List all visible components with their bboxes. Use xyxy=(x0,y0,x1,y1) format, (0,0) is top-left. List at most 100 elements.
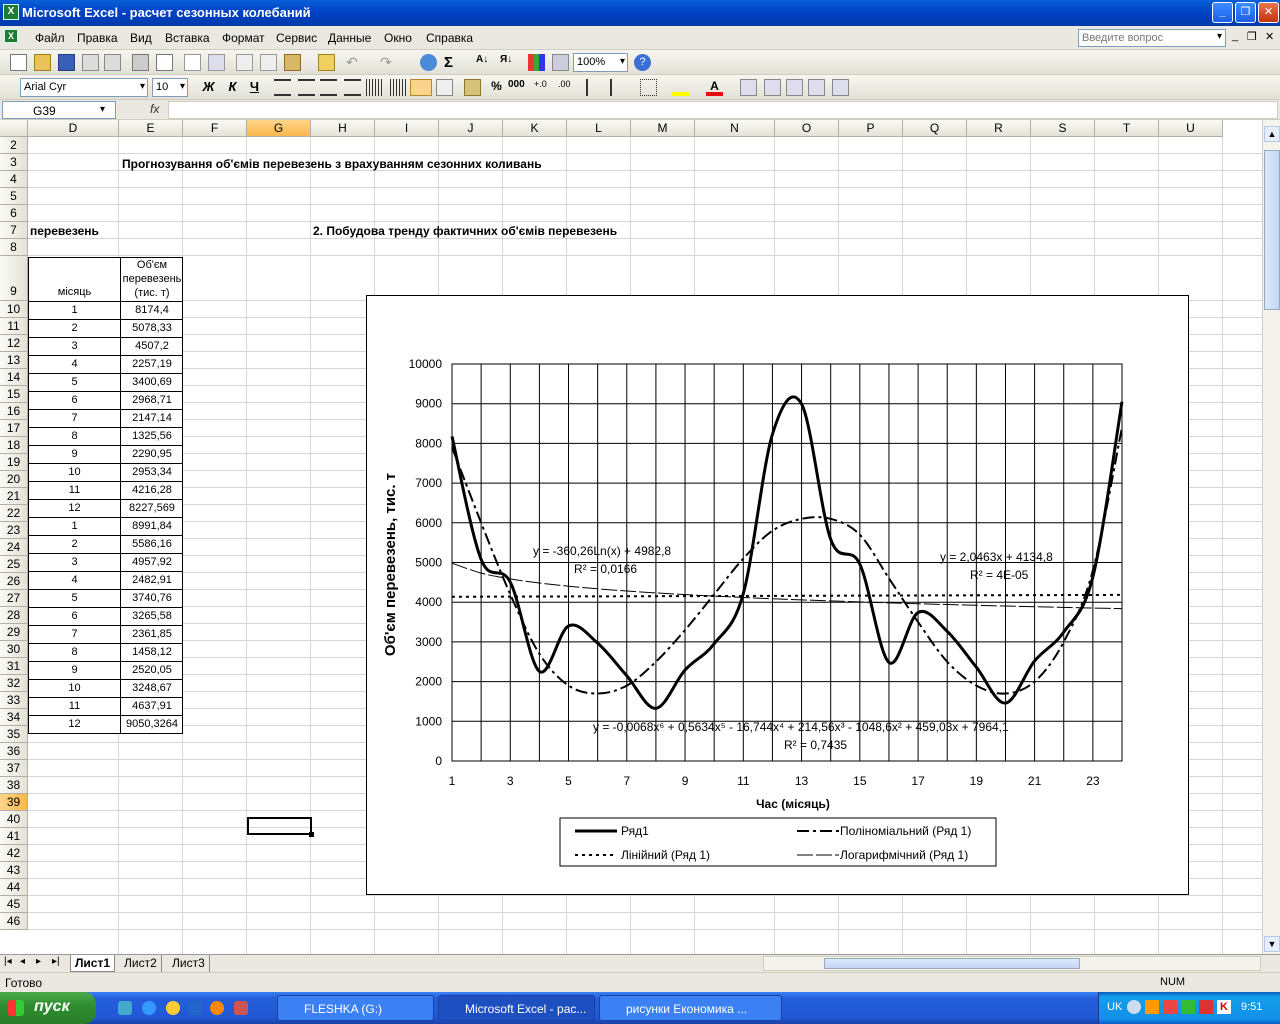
new-icon[interactable] xyxy=(10,54,27,71)
font-color-icon[interactable]: A xyxy=(706,79,723,96)
quicklaunch-word-icon[interactable] xyxy=(188,1001,202,1015)
language-indicator[interactable]: UK xyxy=(1107,1001,1122,1013)
quicklaunch-app-icon[interactable] xyxy=(234,1001,248,1015)
cell-month[interactable]: 8 xyxy=(29,646,120,658)
row-header-2[interactable]: 2 xyxy=(0,137,28,154)
currency-icon[interactable] xyxy=(464,79,481,96)
cell-month[interactable]: 12 xyxy=(29,718,120,730)
hscroll-thumb[interactable] xyxy=(824,958,1080,969)
cell-month[interactable]: 7 xyxy=(29,412,120,424)
cell-month[interactable]: 6 xyxy=(29,394,120,406)
task-excel[interactable]: Microsoft Excel - рас... xyxy=(438,995,595,1021)
row-header-6[interactable]: 6 xyxy=(0,205,28,222)
row-header-15[interactable]: 15 xyxy=(0,386,28,403)
menu-window[interactable]: Окно xyxy=(384,31,412,45)
name-box-dropdown-icon[interactable]: ▾ xyxy=(100,104,105,115)
column-header-H[interactable]: H xyxy=(311,120,375,137)
tray-antivirus-icon[interactable]: K xyxy=(1217,1000,1231,1014)
paste-icon[interactable] xyxy=(284,54,301,71)
doc-restore-icon[interactable]: ❐ xyxy=(1247,30,1257,43)
cell-volume[interactable]: 2290,95 xyxy=(121,448,183,460)
scroll-up-button[interactable]: ▲ xyxy=(1264,126,1280,142)
grid-icon-1[interactable] xyxy=(740,79,757,96)
spelling-icon[interactable] xyxy=(184,54,201,71)
menu-data[interactable]: Данные xyxy=(328,31,371,45)
name-box[interactable]: G39 xyxy=(2,101,116,119)
column-header-I[interactable]: I xyxy=(375,120,439,137)
row-header-19[interactable]: 19 xyxy=(0,454,28,471)
scroll-down-button[interactable]: ▼ xyxy=(1264,936,1280,952)
chart-wizard-icon[interactable] xyxy=(528,54,545,71)
row-header-4[interactable]: 4 xyxy=(0,171,28,188)
percent-button[interactable]: % xyxy=(488,79,505,96)
cell-month[interactable]: 1 xyxy=(29,304,120,316)
cell-volume[interactable]: 2520,05 xyxy=(121,664,183,676)
cell-month[interactable]: 11 xyxy=(29,700,120,712)
tray-icon-4[interactable] xyxy=(1199,1000,1213,1014)
task-fleshka[interactable]: FLESHKA (G:) xyxy=(277,995,434,1021)
doc-close-icon[interactable]: ✕ xyxy=(1265,30,1274,43)
menu-format[interactable]: Формат xyxy=(222,31,265,45)
tray-icon-1[interactable] xyxy=(1145,1000,1159,1014)
cell-volume[interactable]: 2361,85 xyxy=(121,628,183,640)
tray-expand-icon[interactable] xyxy=(1127,1000,1141,1014)
cell-volume[interactable]: 8174,4 xyxy=(121,304,183,316)
font-select[interactable]: Arial Cyr xyxy=(20,78,148,97)
workbook-icon[interactable]: X xyxy=(4,29,18,43)
active-cell-g39[interactable] xyxy=(247,817,314,837)
row-header-27[interactable]: 27 xyxy=(0,590,28,607)
quicklaunch-desktop-icon[interactable] xyxy=(118,1001,132,1015)
decrease-indent-icon[interactable] xyxy=(586,79,603,96)
align-left-icon[interactable] xyxy=(274,79,291,96)
row-header-14[interactable]: 14 xyxy=(0,369,28,386)
row-header-40[interactable]: 40 xyxy=(0,811,28,828)
cell-month[interactable]: 4 xyxy=(29,574,120,586)
cell-month[interactable]: 12 xyxy=(29,502,120,514)
cell-volume[interactable]: 5078,33 xyxy=(121,322,183,334)
row-header-43[interactable]: 43 xyxy=(0,862,28,879)
quicklaunch-media-icon[interactable] xyxy=(166,1001,180,1015)
borders-icon[interactable] xyxy=(640,79,657,96)
horizontal-scrollbar[interactable] xyxy=(763,956,1261,971)
row-header-11[interactable]: 11 xyxy=(0,318,28,335)
align-right-icon[interactable] xyxy=(320,79,337,96)
cell-month[interactable]: 6 xyxy=(29,610,120,622)
close-button[interactable]: ✕ xyxy=(1258,2,1279,23)
menu-file[interactable]: Файл xyxy=(35,31,65,45)
row-header-28[interactable]: 28 xyxy=(0,607,28,624)
menu-help[interactable]: Справка xyxy=(426,31,473,45)
last-sheet-icon[interactable]: ▸| xyxy=(52,956,60,967)
column-header-J[interactable]: J xyxy=(439,120,503,137)
email-icon[interactable] xyxy=(104,54,121,71)
autosum-icon[interactable]: Σ xyxy=(444,54,461,71)
row-header-42[interactable]: 42 xyxy=(0,845,28,862)
drawing-icon[interactable] xyxy=(552,54,569,71)
help-search-input[interactable]: Введите вопрос xyxy=(1078,29,1226,47)
worksheet-grid[interactable]: DEFGHIJKLMNOPQRSTU 2 3 4 5 6 7 8 9 10 11 12 13 14 15 1… xyxy=(0,120,1262,954)
row-header-38[interactable]: 38 xyxy=(0,777,28,794)
cell-volume[interactable]: 9050,3264 xyxy=(121,718,183,730)
print-icon[interactable] xyxy=(132,54,149,71)
help-icon[interactable]: ? xyxy=(634,54,651,71)
cell-volume[interactable]: 3400,69 xyxy=(121,376,183,388)
row-header-30[interactable]: 30 xyxy=(0,641,28,658)
cell-month[interactable]: 5 xyxy=(29,592,120,604)
row-header-10[interactable]: 10 xyxy=(0,301,28,318)
copy-icon[interactable] xyxy=(260,54,277,71)
italic-button[interactable]: К xyxy=(224,79,241,96)
undo-icon[interactable]: ↶ xyxy=(346,54,363,71)
row-header-22[interactable]: 22 xyxy=(0,505,28,522)
row-header-23[interactable]: 23 xyxy=(0,522,28,539)
cell-month[interactable]: 2 xyxy=(29,322,120,334)
underline-button[interactable]: Ч xyxy=(246,79,263,96)
prev-sheet-icon[interactable]: ◂ xyxy=(20,956,25,967)
research-icon[interactable] xyxy=(208,54,225,71)
distributed-icon[interactable] xyxy=(366,79,383,96)
cell-volume[interactable]: 1458,12 xyxy=(121,646,183,658)
align-center-icon[interactable] xyxy=(298,79,315,96)
save-icon[interactable] xyxy=(58,54,75,71)
cell-month[interactable]: 3 xyxy=(29,556,120,568)
menu-edit[interactable]: Правка xyxy=(77,31,118,45)
cell-volume[interactable]: 2953,34 xyxy=(121,466,183,478)
zoom-select[interactable]: 100% xyxy=(573,53,628,72)
